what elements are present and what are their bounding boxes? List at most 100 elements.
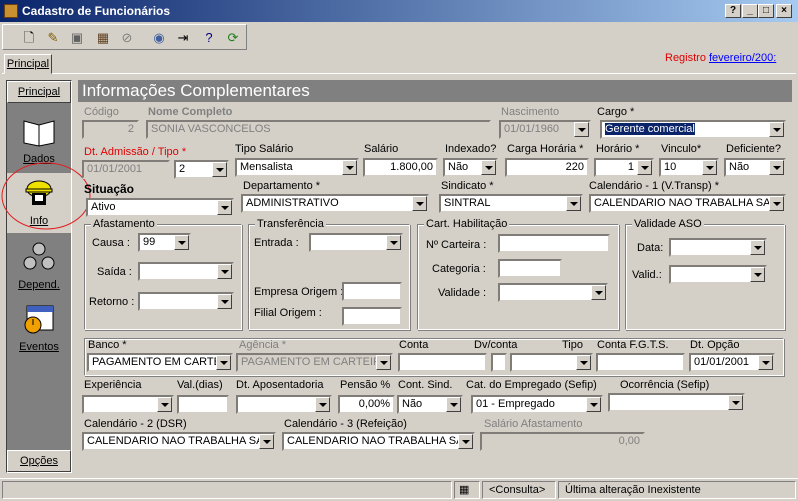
conta-fgts-field[interactable] bbox=[596, 353, 685, 372]
carga-field[interactable]: 220 bbox=[505, 158, 589, 177]
new-icon[interactable]: 🗋 bbox=[19, 28, 39, 48]
salario-field[interactable]: 1.800,00 bbox=[363, 158, 438, 177]
deficiente-select[interactable]: Não bbox=[724, 158, 786, 177]
cancel-icon[interactable]: ⊘ bbox=[117, 28, 137, 48]
refresh-icon[interactable]: ⟳ bbox=[223, 28, 243, 48]
deficiente-label: Deficiente? bbox=[726, 143, 782, 155]
val-dias-label: Val.(dias) bbox=[177, 379, 223, 391]
dt-opcao-select[interactable]: 01/01/2001 bbox=[689, 353, 775, 372]
table-icon: ▦ bbox=[454, 481, 480, 499]
delete-icon[interactable]: ▦ bbox=[93, 28, 113, 48]
entrada-select[interactable] bbox=[309, 233, 403, 252]
status-panel-empty bbox=[2, 481, 452, 499]
conta-field[interactable] bbox=[398, 353, 487, 372]
causa-label: Causa : bbox=[92, 237, 130, 249]
help-window-button[interactable]: ? bbox=[725, 4, 741, 18]
pensao-label: Pensão % bbox=[340, 379, 391, 391]
calendario2-label: Calendário - 2 (DSR) bbox=[84, 418, 187, 430]
experiencia-select[interactable] bbox=[82, 395, 174, 414]
retorno-select[interactable] bbox=[138, 292, 234, 311]
codigo-field: 2 bbox=[82, 120, 139, 139]
calendario2-select[interactable]: CALENDARIO NAO TRABALHA SABA bbox=[82, 432, 276, 451]
saida-select[interactable] bbox=[138, 262, 234, 281]
habilitacao-title: Cart. Habilitação bbox=[424, 218, 510, 230]
aso-data-label: Data: bbox=[637, 242, 664, 254]
pensao-field[interactable]: 0,00% bbox=[338, 395, 395, 414]
vinculo-select[interactable]: 10 bbox=[659, 158, 719, 177]
calendario3-select[interactable]: CALENDARIO NAO TRABALHA SABA bbox=[282, 432, 475, 451]
book-icon bbox=[23, 120, 55, 147]
cargo-label: Cargo * bbox=[597, 106, 635, 118]
aso-valid-label: Valid.: bbox=[632, 269, 662, 281]
sidebar-opcoes-button[interactable]: Opções bbox=[7, 450, 71, 472]
help-icon[interactable]: ? bbox=[199, 28, 219, 48]
aso-data-select[interactable] bbox=[669, 238, 767, 257]
cat-empregado-label: Cat. do Empregado (Sefip) bbox=[466, 379, 597, 391]
sidebar-principal-button[interactable]: Principal bbox=[7, 81, 71, 103]
nascimento-field: 01/01/1960 bbox=[499, 120, 591, 139]
filial-origem-field[interactable] bbox=[342, 307, 402, 326]
causa-select[interactable]: 99 bbox=[138, 233, 191, 252]
edit-icon[interactable]: ✎ bbox=[43, 28, 63, 48]
horario-select[interactable]: 1 bbox=[594, 158, 654, 177]
ocorrencia-select[interactable] bbox=[608, 393, 745, 412]
departamento-select[interactable]: ADMINISTRATIVO bbox=[241, 194, 429, 213]
carteira-label: Nº Carteira : bbox=[426, 239, 487, 251]
status-last-change: Última alteração Inexistente bbox=[558, 481, 796, 499]
tab-strip: Principal bbox=[2, 54, 796, 74]
banco-select[interactable]: PAGAMENTO EM CARTEIR bbox=[87, 353, 233, 372]
tab-principal[interactable]: Principal bbox=[4, 54, 52, 74]
tipo-salario-select[interactable]: Mensalista bbox=[235, 158, 359, 177]
search-icon[interactable]: ◉ bbox=[149, 28, 169, 48]
admissao-label: Dt. Admissão / Tipo * bbox=[84, 146, 187, 158]
indexado-select[interactable]: Não bbox=[443, 158, 498, 177]
save-icon[interactable]: ▣ bbox=[67, 28, 87, 48]
cat-empregado-select[interactable]: 01 - Empregado bbox=[471, 395, 603, 414]
carteira-field[interactable] bbox=[498, 234, 610, 253]
sidebar-item-eventos[interactable]: Eventos bbox=[7, 299, 71, 357]
maximize-button[interactable]: □ bbox=[758, 4, 774, 18]
cont-sind-select[interactable]: Não bbox=[397, 395, 463, 414]
situacao-label: Situação bbox=[84, 182, 135, 196]
status-bar: ▦ <Consulta> Última alteração Inexistent… bbox=[0, 478, 798, 501]
sidebar-item-dependentes[interactable]: Depend. bbox=[7, 237, 71, 295]
vinculo-label: Vinculo* bbox=[661, 143, 702, 155]
admissao-tipo-select[interactable]: 2 bbox=[174, 160, 229, 179]
minimize-button[interactable]: _ bbox=[742, 4, 758, 18]
ocorrencia-label: Ocorrência (Sefip) bbox=[620, 379, 710, 391]
validade-select[interactable] bbox=[498, 283, 608, 302]
categoria-field[interactable] bbox=[498, 259, 562, 278]
entrada-label: Entrada : bbox=[254, 237, 299, 249]
tipo-conta-select[interactable] bbox=[510, 353, 593, 372]
conta-label: Conta bbox=[399, 339, 429, 351]
dt-aposentadoria-label: Dt. Aposentadoria bbox=[236, 379, 324, 391]
panel-title: Informações Complementares bbox=[78, 80, 792, 102]
sidebar: Principal Dados Info Depend. Eventos Opç… bbox=[6, 80, 72, 473]
dt-aposentadoria-select[interactable] bbox=[236, 395, 332, 414]
val-dias-field[interactable] bbox=[177, 395, 229, 414]
window-title: Cadastro de Funcionários bbox=[22, 4, 171, 18]
situacao-select[interactable]: Ativo bbox=[86, 198, 234, 217]
nascimento-label: Nascimento bbox=[501, 106, 560, 118]
transferencia-title: Transferência bbox=[255, 218, 326, 230]
exit-icon[interactable]: ⇥ bbox=[173, 28, 193, 48]
calendar-clock-icon bbox=[24, 305, 54, 334]
dvconta-field[interactable] bbox=[491, 353, 507, 372]
retorno-label: Retorno : bbox=[89, 296, 135, 308]
departamento-label: Departamento * bbox=[243, 180, 321, 192]
title-bar: Cadastro de Funcionários ? _ □ × bbox=[0, 0, 798, 22]
afastamento-title: Afastamento bbox=[91, 218, 157, 230]
toolbar: 🗋 ✎ ▣ ▦ ⊘ ◉ ⇥ ? ⟳ bbox=[2, 24, 247, 50]
empresa-origem-field[interactable] bbox=[342, 282, 402, 301]
cont-sind-label: Cont. Sind. bbox=[398, 379, 453, 391]
admissao-field: 01/01/2001 bbox=[82, 160, 170, 179]
calendario1-select[interactable]: CALENDARIO NAO TRABALHA SABAD bbox=[589, 194, 786, 213]
close-button[interactable]: × bbox=[776, 4, 792, 18]
agencia-label: Agência * bbox=[239, 339, 287, 351]
aso-valid-select[interactable] bbox=[669, 265, 767, 284]
conta-fgts-label: Conta F.G.T.S. bbox=[597, 339, 669, 351]
salario-afastamento-label: Salário Afastamento bbox=[484, 418, 583, 430]
cargo-select[interactable]: Gerente comercial bbox=[600, 120, 786, 139]
sindicato-select[interactable]: SINTRAL bbox=[439, 194, 583, 213]
tipo-salario-label: Tipo Salário bbox=[235, 143, 294, 155]
